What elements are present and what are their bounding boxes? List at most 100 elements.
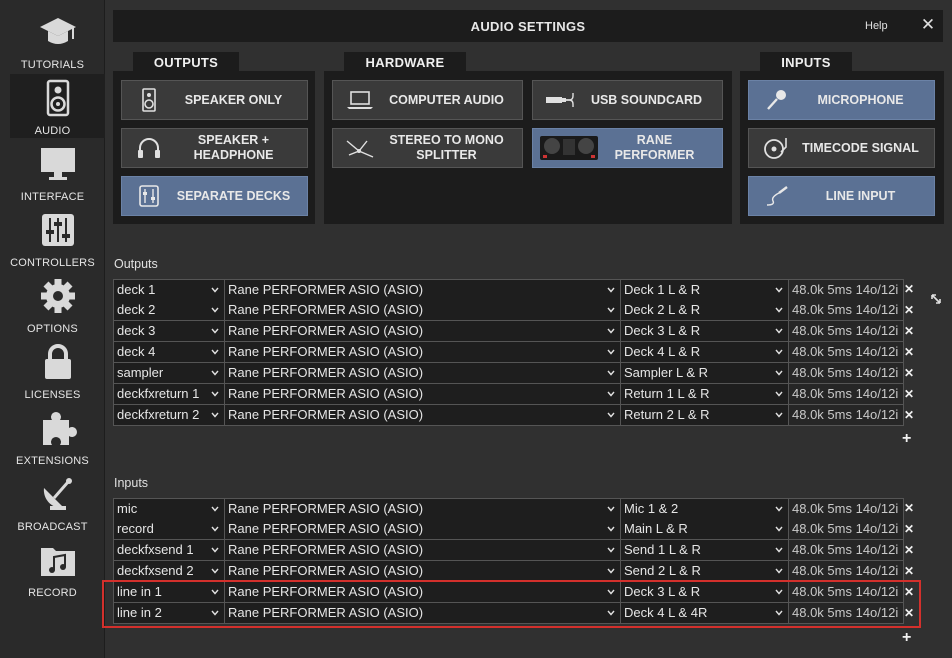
delete-row-button[interactable]: ✕ [903, 366, 915, 380]
device-select[interactable]: Rane PERFORMER ASIO (ASIO) [225, 321, 621, 341]
channel-mapping-select[interactable]: Sampler L & R [621, 363, 789, 383]
device-select[interactable]: Rane PERFORMER ASIO (ASIO) [225, 499, 621, 519]
sidebar-item-record[interactable]: RECORD [10, 536, 105, 600]
channel-mapping-select[interactable]: Send 1 L & R [621, 540, 789, 560]
channel-name-select[interactable]: deck 4 [113, 342, 225, 362]
rca-cable-icon [766, 186, 788, 206]
stereo-to-mono-splitter-button[interactable]: STEREO TO MONO SPLITTER [332, 128, 523, 168]
channel-name-select[interactable]: record [113, 519, 225, 539]
table-row: deck 4 Rane PERFORMER ASIO (ASIO) Deck 4 L… [113, 342, 904, 363]
delete-row-button[interactable]: ✕ [903, 543, 915, 557]
channel-mapping-select[interactable]: Deck 1 L & R [621, 280, 789, 300]
rane-performer-button[interactable]: RANE PERFORMER [532, 128, 723, 168]
delete-row-button[interactable]: ✕ [903, 345, 915, 359]
cell-text: Mic 1 & 2 [624, 501, 679, 516]
delete-row-button[interactable]: ✕ [903, 501, 915, 515]
sidebar-item-options[interactable]: OPTIONS [10, 272, 105, 336]
chevron-down-icon [211, 349, 219, 355]
device-select[interactable]: Rane PERFORMER ASIO (ASIO) [225, 519, 621, 539]
separate-decks-button[interactable]: SEPARATE DECKS [121, 176, 308, 216]
channel-mapping-select[interactable]: Deck 3 L & R [621, 321, 789, 341]
delete-row-button[interactable]: ✕ [903, 324, 915, 338]
delete-row-button[interactable]: ✕ [903, 585, 915, 599]
cell-text: deck 2 [117, 302, 156, 317]
highlight-box [102, 580, 921, 628]
line-input-button[interactable]: LINE INPUT [748, 176, 935, 216]
usb-soundcard-button[interactable]: USB SOUNDCARD [532, 80, 723, 120]
channel-name-select[interactable]: deckfxsend 2 [113, 561, 225, 581]
table-row: deck 2 Rane PERFORMER ASIO (ASIO) Deck 2 L… [113, 300, 904, 321]
channel-name-select[interactable]: mic [113, 499, 225, 519]
channel-name-select[interactable]: deckfxsend 1 [113, 540, 225, 560]
timecode-signal-button[interactable]: TIMECODE SIGNAL [748, 128, 935, 168]
delete-row-button[interactable]: ✕ [903, 564, 915, 578]
cell-text: Rane PERFORMER ASIO (ASIO) [228, 407, 424, 422]
delete-row-button[interactable]: ✕ [903, 606, 915, 620]
chevron-down-icon [775, 568, 783, 574]
speaker-headphone-button[interactable]: SPEAKER + HEADPHONE [121, 128, 308, 168]
sidebar-item-tutorials[interactable]: TUTORIALS [10, 8, 105, 72]
cell-text: 48.0k 5ms 14o/12i [792, 344, 899, 359]
delete-row-button[interactable]: ✕ [903, 387, 915, 401]
device-select[interactable]: Rane PERFORMER ASIO (ASIO) [225, 300, 621, 320]
device-select[interactable]: Rane PERFORMER ASIO (ASIO) [225, 405, 621, 425]
outputs-section-label: Outputs [114, 257, 158, 271]
microphone-icon [767, 90, 786, 110]
channel-mapping-select[interactable]: Send 2 L & R [621, 561, 789, 581]
delete-row-button[interactable]: ✕ [903, 303, 915, 317]
channel-mapping-select[interactable]: Deck 4 L & R [621, 342, 789, 362]
sidebar-item-licenses[interactable]: LICENSES [10, 338, 105, 402]
window-title: AUDIO SETTINGS [470, 19, 586, 34]
channel-mapping-select[interactable]: Deck 2 L & R [621, 300, 789, 320]
device-select[interactable]: Rane PERFORMER ASIO (ASIO) [225, 363, 621, 383]
turntable-icon [764, 138, 787, 159]
computer-audio-button[interactable]: COMPUTER AUDIO [332, 80, 523, 120]
device-select[interactable]: Rane PERFORMER ASIO (ASIO) [225, 561, 621, 581]
button-label: LINE INPUT [825, 188, 896, 203]
delete-row-button[interactable]: ✕ [903, 282, 915, 296]
device-info-text: 48.0k 5ms 14o/12i [789, 300, 904, 320]
device-info-text: 48.0k 5ms 14o/12i [789, 321, 904, 341]
microphone-button[interactable]: MICROPHONE [748, 80, 935, 120]
delete-row-button[interactable]: ✕ [903, 522, 915, 536]
speaker-only-button[interactable]: SPEAKER ONLY [121, 80, 308, 120]
channel-mapping-select[interactable]: Return 1 L & R [621, 384, 789, 404]
channel-mapping-select[interactable]: Return 2 L & R [621, 405, 789, 425]
button-label: SPEAKER ONLY [184, 92, 283, 107]
close-icon[interactable]: ✕ [918, 15, 938, 35]
help-link[interactable]: Help [865, 20, 888, 32]
channel-name-select[interactable]: deckfxreturn 2 [113, 405, 225, 425]
channel-name-select[interactable]: deck 1 [113, 280, 225, 300]
delete-row-button[interactable]: ✕ [903, 408, 915, 422]
chevron-down-icon [775, 391, 783, 397]
chevron-down-icon [607, 370, 615, 376]
cell-text: Rane PERFORMER ASIO (ASIO) [228, 501, 424, 516]
device-select[interactable]: Rane PERFORMER ASIO (ASIO) [225, 280, 621, 300]
sidebar-item-broadcast[interactable]: BROADCAST [10, 470, 105, 534]
table-row: deckfxsend 2 Rane PERFORMER ASIO (ASIO) Se… [113, 561, 904, 582]
add-output-button[interactable]: + [902, 430, 911, 448]
cell-text: 48.0k 5ms 14o/12i [792, 542, 899, 557]
sidebar-item-audio[interactable]: AUDIO [10, 74, 105, 138]
sidebar-item-extensions[interactable]: EXTENSIONS [10, 404, 105, 468]
channel-name-select[interactable]: deckfxreturn 1 [113, 384, 225, 404]
sidebar-item-controllers[interactable]: CONTROLLERS [10, 206, 105, 270]
channel-name-select[interactable]: sampler [113, 363, 225, 383]
channel-mapping-select[interactable]: Mic 1 & 2 [621, 499, 789, 519]
device-info-text: 48.0k 5ms 14o/12i [789, 405, 904, 425]
device-select[interactable]: Rane PERFORMER ASIO (ASIO) [225, 540, 621, 560]
button-label: COMPUTER AUDIO [389, 92, 504, 107]
table-row: deck 1 Rane PERFORMER ASIO (ASIO) Deck 1 L… [113, 279, 904, 300]
speaker-icon [142, 88, 156, 112]
device-select[interactable]: Rane PERFORMER ASIO (ASIO) [225, 384, 621, 404]
channel-mapping-select[interactable]: Main L & R [621, 519, 789, 539]
scroll-arrows-icon[interactable] [929, 292, 943, 306]
device-select[interactable]: Rane PERFORMER ASIO (ASIO) [225, 342, 621, 362]
cell-text: Rane PERFORMER ASIO (ASIO) [228, 365, 424, 380]
channel-name-select[interactable]: deck 3 [113, 321, 225, 341]
add-input-button[interactable]: + [902, 629, 911, 647]
channel-name-select[interactable]: deck 2 [113, 300, 225, 320]
sidebar-item-interface[interactable]: INTERFACE [10, 140, 105, 204]
graduation-cap-icon [40, 18, 76, 44]
table-row: deckfxsend 1 Rane PERFORMER ASIO (ASIO) Se… [113, 540, 904, 561]
